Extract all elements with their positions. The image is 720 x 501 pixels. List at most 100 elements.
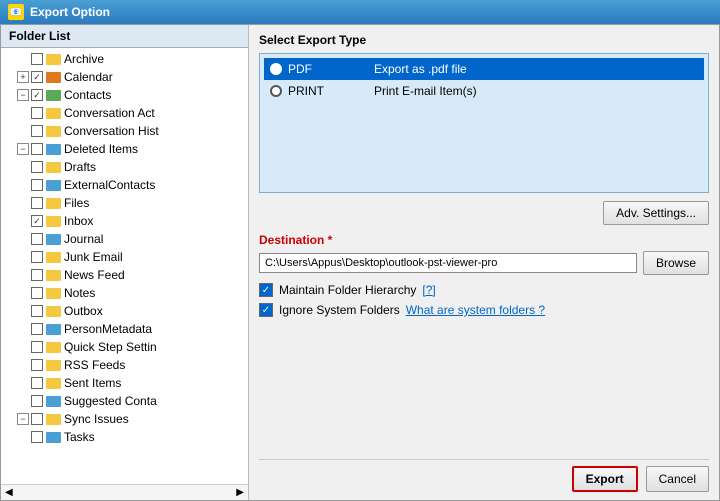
folder-item-quick-step[interactable]: Quick Step Settin [1,338,248,356]
folder-label-junk-email: Junk Email [64,250,123,264]
folder-label-tasks: Tasks [64,430,95,444]
option-checkbox-ignore-system[interactable] [259,303,273,317]
checkbox-news-feed[interactable] [31,269,43,281]
checkbox-contacts[interactable] [31,89,43,101]
option-help-ignore-system[interactable]: What are system folders ? [406,303,545,317]
checkbox-sent-items[interactable] [31,377,43,389]
options-section: Maintain Folder Hierarchy[?]Ignore Syste… [259,283,709,323]
option-help-maintain-hierarchy[interactable]: [?] [422,283,435,297]
option-row-ignore-system: Ignore System FoldersWhat are system fol… [259,303,709,317]
folder-item-inbox[interactable]: Inbox [1,212,248,230]
folder-label-outbox: Outbox [64,304,103,318]
export-value-pdf: PDF [288,62,368,76]
checkbox-rss-feeds[interactable] [31,359,43,371]
folder-item-suggested-conta[interactable]: Suggested Conta [1,392,248,410]
folder-item-external-contacts[interactable]: ExternalContacts [1,176,248,194]
dialog-title: Export Option [30,5,110,19]
export-desc-print: Print E-mail Item(s) [374,84,477,98]
scroll-left-btn[interactable]: ◀ [5,487,13,498]
folder-list-panel: Folder List Archive + Calendar − Contacts Con… [1,25,249,500]
folder-icon-news-feed [46,270,61,281]
folder-icon-deleted-items [46,144,61,155]
cancel-button[interactable]: Cancel [646,466,709,492]
folder-label-contacts: Contacts [64,88,111,102]
select-export-type-label: Select Export Type [259,33,709,47]
bottom-bar: Export Cancel [259,459,709,492]
checkbox-files[interactable] [31,197,43,209]
checkbox-outbox[interactable] [31,305,43,317]
checkbox-conversation-act[interactable] [31,107,43,119]
folder-item-deleted-items[interactable]: − Deleted Items [1,140,248,158]
folder-item-contacts[interactable]: − Contacts [1,86,248,104]
folder-icon-outbox [46,306,61,317]
option-checkbox-maintain-hierarchy[interactable] [259,283,273,297]
checkbox-archive[interactable] [31,53,43,65]
folder-icon-inbox [46,216,61,227]
expand-btn-calendar[interactable]: + [17,71,29,83]
folder-item-conversation-hist[interactable]: Conversation Hist [1,122,248,140]
folder-item-junk-email[interactable]: Junk Email [1,248,248,266]
folder-icon-external-contacts [46,180,61,191]
folder-tree: Archive + Calendar − Contacts Conversation Ac… [1,48,248,484]
folder-item-conversation-act[interactable]: Conversation Act [1,104,248,122]
folder-item-sync-issues[interactable]: − Sync Issues [1,410,248,428]
folder-label-quick-step: Quick Step Settin [64,340,157,354]
checkbox-tasks[interactable] [31,431,43,443]
scroll-right-btn[interactable]: ▶ [236,487,244,498]
folder-label-rss-feeds: RSS Feeds [64,358,125,372]
folder-item-rss-feeds[interactable]: RSS Feeds [1,356,248,374]
folder-item-notes[interactable]: Notes [1,284,248,302]
folder-label-deleted-items: Deleted Items [64,142,138,156]
adv-settings-button[interactable]: Adv. Settings... [603,201,709,225]
folder-label-person-metadata: PersonMetadata [64,322,152,336]
folder-label-calendar: Calendar [64,70,113,84]
destination-input[interactable] [259,253,637,273]
checkbox-journal[interactable] [31,233,43,245]
checkbox-calendar[interactable] [31,71,43,83]
checkbox-external-contacts[interactable] [31,179,43,191]
folder-item-news-feed[interactable]: News Feed [1,266,248,284]
folder-item-person-metadata[interactable]: PersonMetadata [1,320,248,338]
expand-btn-deleted-items[interactable]: − [17,143,29,155]
export-desc-pdf: Export as .pdf file [374,62,467,76]
folder-list-header: Folder List [1,25,248,48]
folder-item-drafts[interactable]: Drafts [1,158,248,176]
folder-item-archive[interactable]: Archive [1,50,248,68]
expand-btn-contacts[interactable]: − [17,89,29,101]
folder-icon-person-metadata [46,324,61,335]
checkbox-sync-issues[interactable] [31,413,43,425]
folder-icon-rss-feeds [46,360,61,371]
folder-label-inbox: Inbox [64,214,93,228]
folder-item-journal[interactable]: Journal [1,230,248,248]
folder-label-suggested-conta: Suggested Conta [64,394,157,408]
folder-icon-tasks [46,432,61,443]
folder-item-calendar[interactable]: + Calendar [1,68,248,86]
destination-label: Destination * [259,233,709,247]
checkbox-junk-email[interactable] [31,251,43,263]
checkbox-drafts[interactable] [31,161,43,173]
folder-item-files[interactable]: Files [1,194,248,212]
export-option-pdf[interactable]: PDF Export as .pdf file [264,58,704,80]
checkbox-deleted-items[interactable] [31,143,43,155]
folder-icon-sent-items [46,378,61,389]
folder-item-tasks[interactable]: Tasks [1,428,248,446]
checkbox-notes[interactable] [31,287,43,299]
checkbox-inbox[interactable] [31,215,43,227]
folder-item-outbox[interactable]: Outbox [1,302,248,320]
checkbox-quick-step[interactable] [31,341,43,353]
folder-icon-files [46,198,61,209]
export-value-print: PRINT [288,84,368,98]
folder-icon-sync-issues [46,414,61,425]
export-option-print[interactable]: PRINT Print E-mail Item(s) [264,80,704,102]
radio-print [270,85,282,97]
checkbox-suggested-conta[interactable] [31,395,43,407]
folder-item-sent-items[interactable]: Sent Items [1,374,248,392]
expand-btn-sync-issues[interactable]: − [17,413,29,425]
browse-button[interactable]: Browse [643,251,709,275]
folder-label-sync-issues: Sync Issues [64,412,129,426]
export-button[interactable]: Export [572,466,638,492]
export-type-box: PDF Export as .pdf file PRINT Print E-mail … [259,53,709,193]
checkbox-person-metadata[interactable] [31,323,43,335]
folder-label-drafts: Drafts [64,160,96,174]
checkbox-conversation-hist[interactable] [31,125,43,137]
